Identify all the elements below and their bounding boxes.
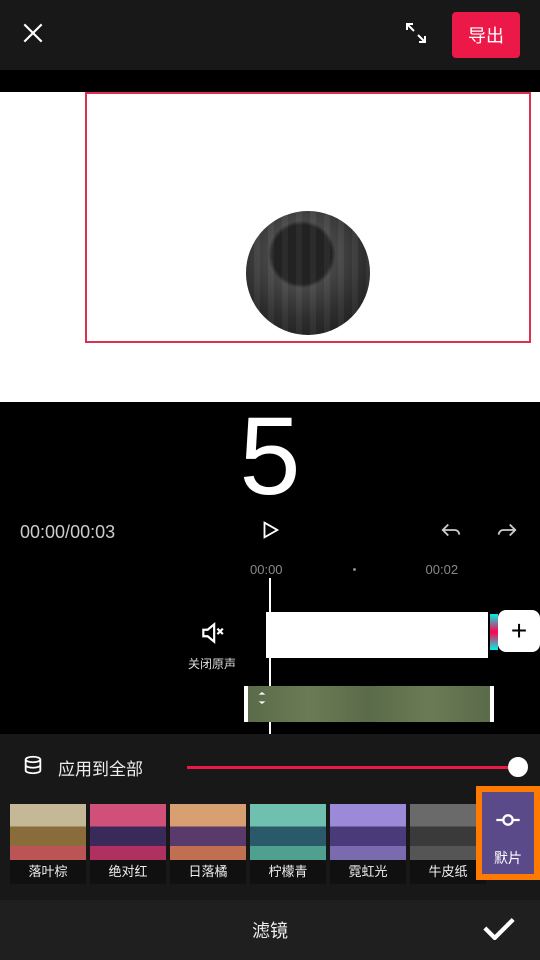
apply-all-label[interactable]: 应用到全部	[58, 755, 143, 780]
filter-name: 日落橘	[170, 860, 246, 884]
fullscreen-icon[interactable]	[404, 21, 428, 50]
current-time: 00:00	[20, 522, 65, 542]
avatar	[246, 211, 370, 335]
filter-list[interactable]: 落叶棕 绝对红 日落橘 柠檬青 霓虹光 牛皮纸	[0, 800, 540, 888]
preview-frame	[85, 92, 531, 343]
mute-audio-button[interactable]: 关闭原声	[188, 620, 236, 672]
filter-name: 柠檬青	[250, 860, 326, 884]
filter-item[interactable]: 牛皮纸	[410, 804, 486, 884]
time-display: 00:00/00:03	[20, 522, 220, 543]
confirm-button[interactable]	[482, 916, 516, 945]
play-button[interactable]	[259, 519, 281, 546]
filter-item[interactable]: 落叶棕	[10, 804, 86, 884]
filter-name: 霓虹光	[330, 860, 406, 884]
timeline-tick-dot	[353, 568, 356, 571]
recycle-icon	[254, 690, 270, 711]
video-clip[interactable]	[266, 612, 488, 658]
filter-clip[interactable]	[244, 686, 494, 722]
preview-canvas[interactable]	[0, 92, 540, 402]
filter-intensity-slider[interactable]	[187, 766, 518, 769]
timeline-tick: 00:02	[426, 562, 459, 577]
countdown-number: 5	[0, 402, 540, 512]
clip-effect-stripe	[490, 614, 498, 650]
filter-panel: 应用到全部 落叶棕 绝对红 日落橘 柠檬青 霓虹光 牛皮纸 滤镜	[0, 734, 540, 960]
mute-audio-label: 关闭原声	[188, 655, 236, 672]
close-icon[interactable]	[20, 20, 46, 51]
timeline-tick: 00:00	[250, 562, 283, 577]
filter-item-selected[interactable]: 默片	[476, 786, 540, 880]
filter-item[interactable]: 霓虹光	[330, 804, 406, 884]
panel-title: 滤镜	[252, 917, 288, 943]
export-button[interactable]: 导出	[452, 12, 520, 58]
undo-icon[interactable]	[438, 519, 464, 546]
add-clip-button[interactable]: +	[498, 610, 540, 652]
filter-name: 落叶棕	[10, 860, 86, 884]
apply-all-icon[interactable]	[22, 754, 44, 781]
total-time: 00:03	[70, 522, 115, 542]
filter-item[interactable]: 柠檬青	[250, 804, 326, 884]
filter-name: 绝对红	[90, 860, 166, 884]
filter-name: 默片	[494, 848, 522, 868]
filter-item[interactable]: 日落橘	[170, 804, 246, 884]
filter-item[interactable]: 绝对红	[90, 804, 166, 884]
timeline[interactable]: 00:00 00:02 关闭原声 +	[0, 556, 540, 734]
filter-name: 牛皮纸	[410, 860, 486, 884]
redo-icon[interactable]	[494, 519, 520, 546]
slider-knob[interactable]	[508, 757, 528, 777]
